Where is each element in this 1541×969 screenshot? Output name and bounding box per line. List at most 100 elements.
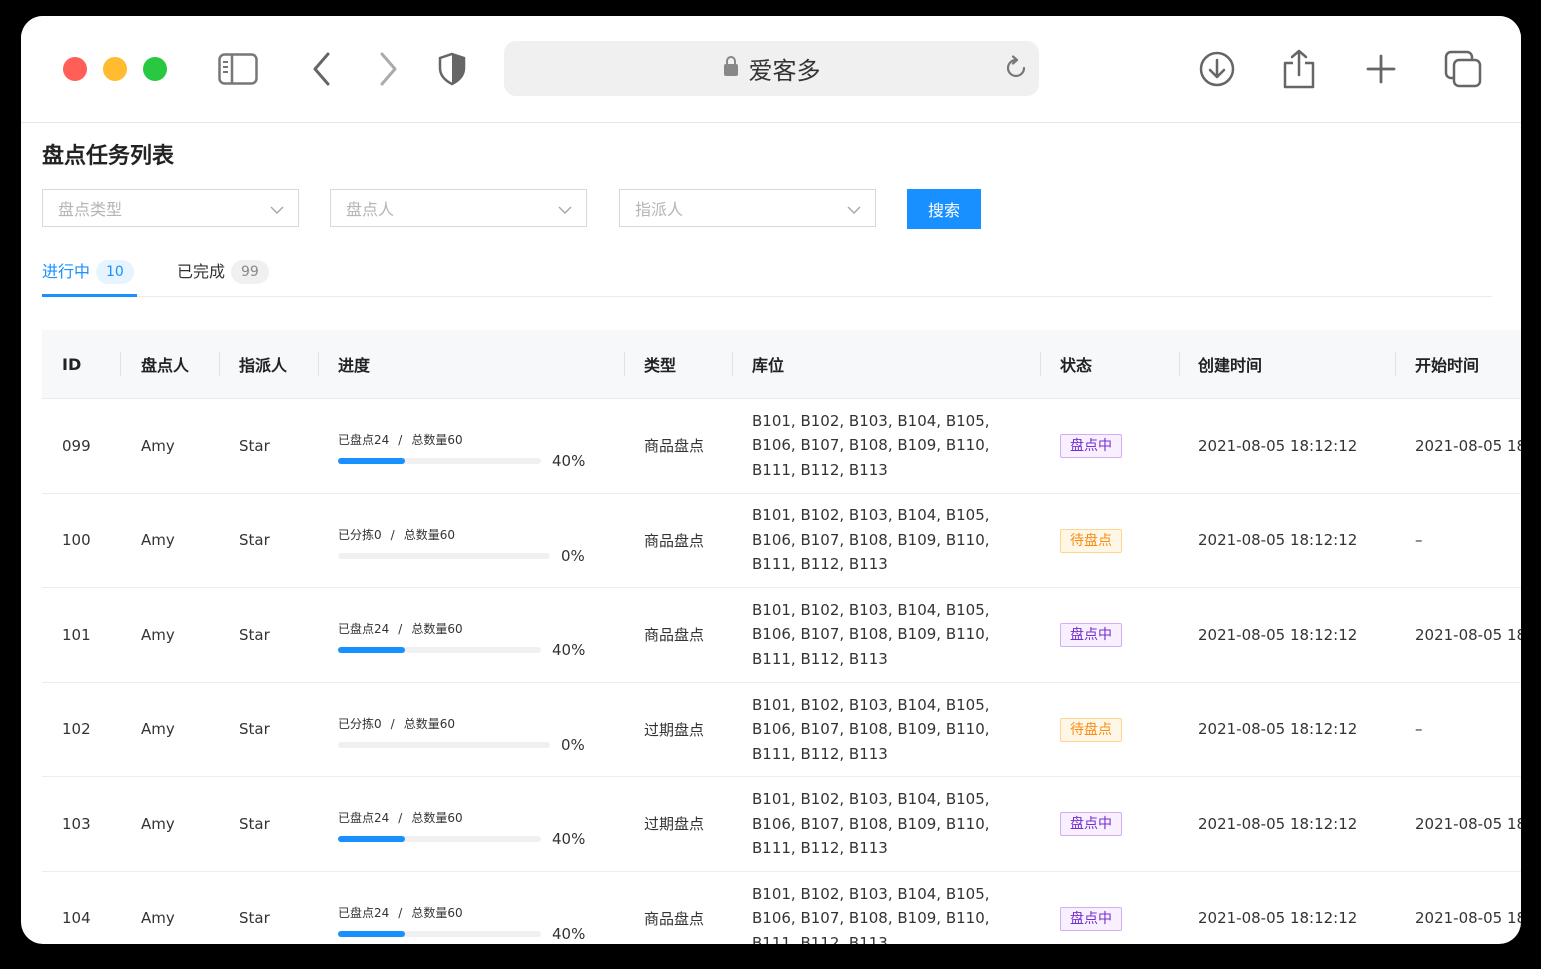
tab-count-badge: 99 bbox=[231, 260, 269, 284]
column-header-assigner[interactable]: 指派人 bbox=[239, 330, 287, 398]
cell-start-time: 2021-08-05 18:12:12 bbox=[1415, 814, 1521, 833]
cell-id: 104 bbox=[62, 909, 91, 928]
tab-completed[interactable]: 已完成 99 bbox=[177, 258, 269, 296]
counter-select[interactable]: 盘点人 bbox=[330, 189, 587, 227]
table-row[interactable]: 099 Amy Star 已盘点24 / 总数量60 40% 商品盘点 B101, B102, … bbox=[42, 399, 1521, 494]
minimize-window-button[interactable] bbox=[103, 57, 127, 81]
cell-created-time: 2021-08-05 18:12:12 bbox=[1198, 909, 1358, 928]
sidebar-icon[interactable] bbox=[218, 50, 258, 88]
cell-assigner: Star bbox=[239, 436, 270, 455]
cell-created-time: 2021-08-05 18:12:12 bbox=[1198, 436, 1358, 455]
progress-total: 总数量60 bbox=[411, 905, 463, 920]
cell-location: B101, B102, B103, B104, B105, B106, B107… bbox=[752, 884, 990, 944]
task-table: ID 盘点人 指派人 进度 类型 库位 状态 创建时间 开始时间 099 Amy S… bbox=[42, 330, 1521, 944]
address-bar[interactable]: 爱客多 bbox=[504, 41, 1039, 96]
column-divider bbox=[219, 352, 220, 376]
search-button[interactable]: 搜索 bbox=[907, 189, 981, 229]
forward-icon[interactable] bbox=[368, 50, 408, 88]
type-select-placeholder: 盘点类型 bbox=[58, 200, 123, 219]
cell-id: 102 bbox=[62, 720, 91, 739]
shield-icon[interactable] bbox=[432, 50, 472, 88]
cell-start-time: 2021-08-05 18:12:12 bbox=[1415, 436, 1521, 455]
column-header-location[interactable]: 库位 bbox=[752, 330, 784, 398]
cell-location: B101, B102, B103, B104, B105, B106, B107… bbox=[752, 790, 990, 858]
progress-label: 已盘点24 / 总数量60 bbox=[338, 904, 463, 921]
cell-type: 商品盘点 bbox=[644, 909, 705, 928]
progress-separator: / bbox=[398, 811, 403, 826]
chevron-down-icon bbox=[847, 199, 861, 218]
cell-start-time: – bbox=[1415, 720, 1423, 739]
column-divider bbox=[732, 352, 733, 376]
status-badge: 盘点中 bbox=[1060, 434, 1122, 458]
column-header-progress[interactable]: 进度 bbox=[338, 330, 370, 398]
cell-type: 商品盘点 bbox=[644, 531, 705, 550]
plus-icon[interactable] bbox=[1361, 50, 1401, 88]
tabs-icon[interactable] bbox=[1443, 50, 1483, 88]
status-tabs: 进行中 10 已完成 99 bbox=[42, 258, 1492, 297]
cell-id: 100 bbox=[62, 531, 91, 550]
progress-separator: / bbox=[390, 716, 395, 731]
table-row[interactable]: 100 Amy Star 已分拣0 / 总数量60 0% 商品盘点 B101, B102, B1… bbox=[42, 494, 1521, 589]
cell-id: 103 bbox=[62, 814, 91, 833]
column-header-type[interactable]: 类型 bbox=[644, 330, 676, 398]
table-row[interactable]: 103 Amy Star 已盘点24 / 总数量60 40% 过期盘点 B101, B102, … bbox=[42, 777, 1521, 872]
progress-label: 已盘点24 / 总数量60 bbox=[338, 809, 463, 826]
table-row[interactable]: 104 Amy Star 已盘点24 / 总数量60 40% 商品盘点 B101, B102, … bbox=[42, 872, 1521, 944]
assigner-select[interactable]: 指派人 bbox=[619, 189, 876, 227]
reload-icon[interactable] bbox=[1003, 55, 1029, 85]
chevron-down-icon bbox=[558, 199, 572, 218]
cell-counter: Amy bbox=[141, 625, 175, 644]
cell-location: B101, B102, B103, B104, B105, B106, B107… bbox=[752, 411, 990, 479]
cell-start-time: 2021-08-05 18:12:12 bbox=[1415, 625, 1521, 644]
cell-assigner: Star bbox=[239, 814, 270, 833]
cell-counter: Amy bbox=[141, 814, 175, 833]
assigner-select-placeholder: 指派人 bbox=[635, 200, 684, 219]
column-divider bbox=[624, 352, 625, 376]
column-divider bbox=[1040, 352, 1041, 376]
progress-percent: 40% bbox=[552, 830, 586, 849]
cell-counter: Amy bbox=[141, 720, 175, 739]
browser-window: 爱客多 盘点任务列表 盘点类型 盘点人 指派人 搜索 进行中 10 已完成 99… bbox=[21, 16, 1521, 944]
column-header-status[interactable]: 状态 bbox=[1060, 330, 1092, 398]
table-row[interactable]: 102 Amy Star 已分拣0 / 总数量60 0% 过期盘点 B101, B102, B1… bbox=[42, 683, 1521, 778]
cell-type: 商品盘点 bbox=[644, 437, 705, 455]
lock-icon bbox=[723, 55, 739, 83]
progress-bar bbox=[338, 647, 541, 654]
progress-bar-fill bbox=[338, 930, 405, 937]
cell-assigner: Star bbox=[239, 625, 270, 644]
type-select[interactable]: 盘点类型 bbox=[42, 189, 299, 227]
download-icon[interactable] bbox=[1197, 50, 1237, 88]
cell-created-time: 2021-08-05 18:12:12 bbox=[1198, 720, 1358, 739]
table-body: 099 Amy Star 已盘点24 / 总数量60 40% 商品盘点 B101, B102, … bbox=[42, 399, 1521, 944]
progress-separator: / bbox=[398, 905, 403, 920]
status-badge: 待盘点 bbox=[1060, 528, 1122, 553]
progress-bar bbox=[338, 458, 541, 464]
progress-label: 已分拣0 / 总数量60 bbox=[338, 526, 455, 543]
progress-bar bbox=[338, 836, 541, 843]
column-header-created[interactable]: 创建时间 bbox=[1198, 330, 1262, 398]
close-window-button[interactable] bbox=[63, 57, 87, 81]
cell-assigner: Star bbox=[239, 909, 270, 928]
status-badge: 盘点中 bbox=[1060, 812, 1122, 837]
progress-done: 已分拣0 bbox=[338, 527, 382, 542]
progress-done: 已盘点24 bbox=[338, 811, 390, 826]
progress-percent: 0% bbox=[561, 735, 585, 754]
cell-type: 过期盘点 bbox=[644, 720, 705, 739]
column-header-counter[interactable]: 盘点人 bbox=[141, 330, 189, 398]
zoom-window-button[interactable] bbox=[143, 57, 167, 81]
progress-separator: / bbox=[398, 433, 403, 447]
cell-start-time: 2021-08-05 18:12:12 bbox=[1415, 909, 1521, 928]
cell-id: 099 bbox=[62, 436, 91, 455]
back-icon[interactable] bbox=[302, 50, 342, 88]
progress-total: 总数量60 bbox=[411, 622, 463, 637]
cell-type: 商品盘点 bbox=[644, 626, 705, 645]
column-header-id[interactable]: ID bbox=[62, 330, 81, 398]
progress-separator: / bbox=[398, 622, 403, 637]
table-row[interactable]: 101 Amy Star 已盘点24 / 总数量60 40% 商品盘点 B101, B102, … bbox=[42, 588, 1521, 683]
tab-label: 已完成 bbox=[177, 262, 226, 281]
share-icon[interactable] bbox=[1279, 49, 1319, 89]
progress-done: 已盘点24 bbox=[338, 622, 390, 637]
chevron-down-icon bbox=[270, 199, 284, 218]
column-header-start[interactable]: 开始时间 bbox=[1415, 330, 1479, 398]
tab-in-progress[interactable]: 进行中 10 bbox=[42, 258, 134, 296]
